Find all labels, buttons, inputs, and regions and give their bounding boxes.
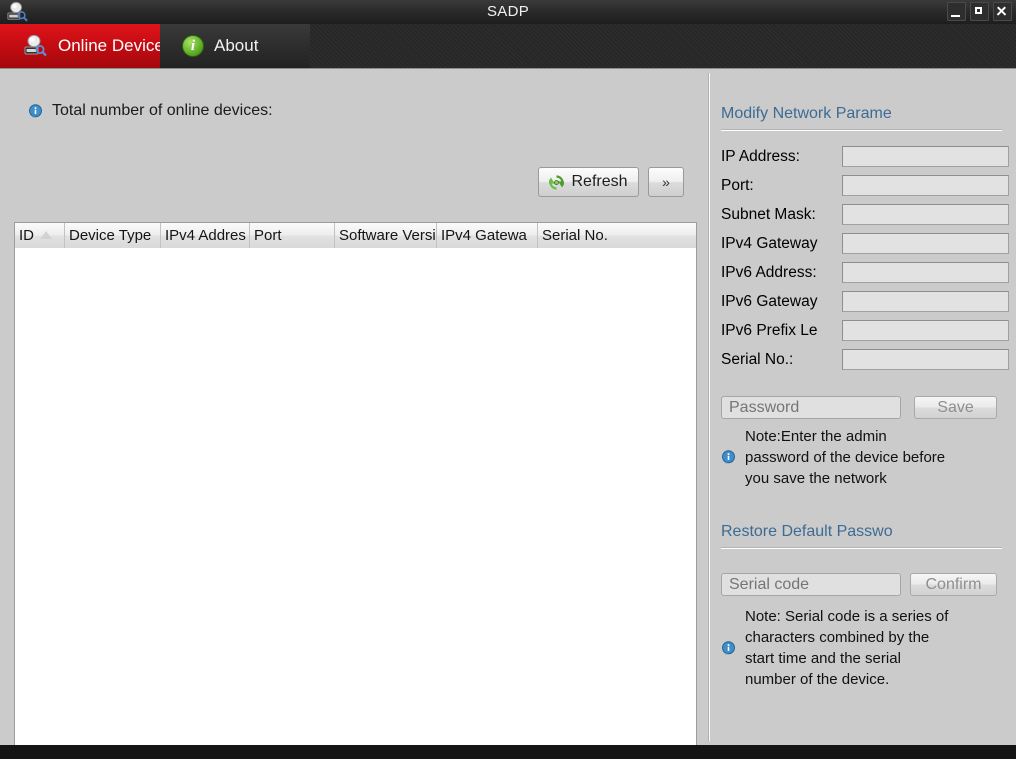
field-input-port[interactable]	[842, 175, 1009, 196]
tab-about[interactable]: i About	[160, 24, 310, 68]
modify-network-title: Modify Network Parame	[721, 105, 892, 122]
restore-password-rule	[721, 547, 1002, 549]
field-label-ipv6-prefix-le: IPv6 Prefix Le	[721, 322, 818, 339]
serial-code-note-text: Note: Serial code is a series of charact…	[745, 606, 948, 690]
camera-icon	[24, 34, 47, 57]
right-panel: Modify Network Parame IP Address: Port: Su…	[712, 69, 1016, 745]
info-green-icon: i	[182, 35, 204, 57]
minimize-button[interactable]	[947, 2, 966, 21]
tab-online-devices[interactable]: Online Devices	[0, 24, 172, 68]
field-label-ip-address: IP Address:	[721, 148, 800, 165]
table-header-row: ID Device Type IPv4 Addres Port Software Ver…	[15, 223, 696, 249]
maximize-button[interactable]	[970, 2, 989, 21]
expand-button-label: »	[662, 174, 670, 190]
total-devices-row: Total number of online devices:	[28, 102, 282, 120]
password-note-text: Note:Enter the admin password of the dev…	[745, 426, 945, 489]
confirm-button-label: Confirm	[925, 575, 982, 593]
field-input-ipv6-gateway[interactable]	[842, 291, 1009, 312]
field-input-serial-no[interactable]	[842, 349, 1009, 370]
note-line: Note:Enter the admin	[745, 428, 887, 445]
refresh-button-label: Refresh	[571, 173, 628, 190]
sadp-window: SADP Online Devices i About Total number…	[0, 0, 1016, 759]
field-input-ip-address[interactable]	[842, 146, 1009, 167]
refresh-icon	[549, 174, 565, 190]
serial-code-input[interactable]	[721, 573, 901, 596]
field-label-ipv6-address: IPv6 Address:	[721, 264, 817, 281]
field-label-port: Port:	[721, 177, 754, 194]
field-input-ipv6-address[interactable]	[842, 262, 1009, 283]
serial-code-note: Note: Serial code is a series of charact…	[721, 606, 1016, 690]
refresh-button[interactable]: Refresh	[538, 167, 639, 197]
field-input-ipv6-prefix-le[interactable]	[842, 320, 1009, 341]
table-header-device-type[interactable]: Device Type	[65, 223, 161, 248]
device-table: ID Device Type IPv4 Addres Port Software Ver…	[14, 222, 697, 759]
window-controls	[947, 2, 1012, 21]
note-line: number of the device.	[745, 671, 890, 688]
table-header-id[interactable]: ID	[15, 223, 65, 248]
table-header-ipv4-addres[interactable]: IPv4 Addres	[161, 223, 250, 248]
table-header-label: IPv4 Addres	[165, 227, 246, 244]
table-header-label: IPv4 Gatewa	[441, 227, 527, 244]
window-title: SADP	[486, 3, 530, 20]
table-body	[15, 248, 696, 759]
info-blue-icon	[722, 450, 735, 465]
total-devices-label: Total number of online devices:	[52, 102, 273, 119]
window-footer	[0, 745, 1016, 759]
note-line: start time and the serial	[745, 650, 901, 667]
table-header-ipv4-gatewa[interactable]: IPv4 Gatewa	[437, 223, 538, 248]
field-row-subnet-mask: Subnet Mask:	[721, 204, 1011, 225]
title-bar: SADP	[0, 0, 1016, 25]
table-header-serial-no[interactable]: Serial No.	[538, 223, 696, 248]
content-area: Total number of online devices: Refresh …	[0, 69, 1016, 759]
field-label-ipv4-gateway: IPv4 Gateway	[721, 235, 818, 252]
table-header-label: Software Versi	[339, 227, 436, 244]
field-row-ipv6-gateway: IPv6 Gateway	[721, 291, 1011, 312]
table-header-label: ID	[19, 227, 34, 244]
panel-divider	[708, 73, 710, 741]
sort-ascending-icon[interactable]	[40, 231, 52, 240]
note-line: password of the device before	[745, 449, 946, 466]
table-header-label: Serial No.	[542, 227, 608, 244]
restore-password-title: Restore Default Passwo	[721, 523, 893, 540]
confirm-button[interactable]: Confirm	[910, 573, 997, 596]
password-note: Note:Enter the admin password of the dev…	[721, 426, 1011, 489]
field-input-ipv4-gateway[interactable]	[842, 233, 1009, 254]
field-label-ipv6-gateway: IPv6 Gateway	[721, 293, 818, 310]
close-button[interactable]	[993, 2, 1012, 21]
note-line: you save the network	[745, 470, 887, 487]
save-button[interactable]: Save	[914, 396, 997, 419]
tab-online-devices-label: Online Devices	[58, 36, 173, 55]
field-row-ip-address: IP Address:	[721, 146, 1011, 167]
info-blue-icon	[29, 103, 42, 118]
field-input-subnet-mask[interactable]	[842, 204, 1009, 225]
field-label-subnet-mask: Subnet Mask:	[721, 206, 816, 223]
field-row-ipv6-prefix-le: IPv6 Prefix Le	[721, 320, 1011, 341]
field-label-serial-no: Serial No.:	[721, 351, 794, 368]
field-row-ipv4-gateway: IPv4 Gateway	[721, 233, 1011, 254]
note-line: characters combined by the	[745, 629, 930, 646]
table-header-label: Device Type	[69, 227, 152, 244]
field-row-port: Port:	[721, 175, 1011, 196]
note-line: Note: Serial code is a series of	[745, 608, 949, 625]
save-button-label: Save	[937, 398, 974, 416]
table-header-label: Port	[254, 227, 282, 244]
table-header-port[interactable]: Port	[250, 223, 335, 248]
password-input[interactable]	[721, 396, 901, 419]
tab-bar: Online Devices i About	[0, 24, 1016, 69]
field-row-ipv6-address: IPv6 Address:	[721, 262, 1011, 283]
info-blue-icon	[722, 640, 735, 655]
table-header-software-versi[interactable]: Software Versi	[335, 223, 437, 248]
field-row-serial-no: Serial No.:	[721, 349, 1011, 370]
expand-button[interactable]: »	[648, 167, 684, 197]
modify-network-rule	[721, 129, 1002, 131]
tab-about-label: About	[214, 36, 259, 55]
